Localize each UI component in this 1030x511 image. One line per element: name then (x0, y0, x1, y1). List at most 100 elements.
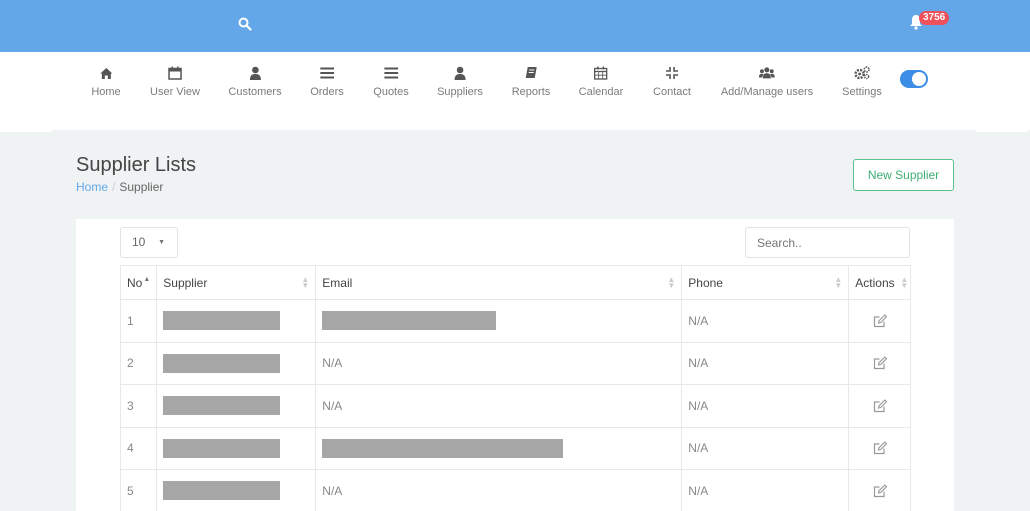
cell-actions (848, 426, 912, 470)
cell-supplier (156, 426, 317, 470)
cell-no: 1 (119, 299, 158, 343)
column-header-supplier[interactable]: Supplier ▲ ▼ (156, 265, 317, 300)
cell-supplier (156, 341, 317, 385)
caret-down-icon: ▼ (158, 239, 165, 246)
nav-item-quotes[interactable]: Quotes (373, 65, 409, 98)
table-row: 4 N/A (119, 426, 912, 470)
table-header-row: No▲ Supplier ▲ ▼ Email ▲ ▼ Phone ▲ ▼ Actions ▲ ▼ (119, 265, 912, 300)
cell-actions (848, 299, 912, 343)
breadcrumb-separator: / (112, 180, 116, 194)
edit-icon[interactable] (873, 356, 887, 370)
page-title: Supplier Lists (76, 154, 197, 176)
list-icon (319, 65, 335, 81)
cell-no: 5 (119, 469, 158, 511)
calendar-grid-icon (593, 65, 609, 81)
nav-item-user-view[interactable]: User View (150, 65, 200, 98)
nav-item-orders[interactable]: Orders (310, 65, 344, 98)
content-edge-left (0, 130, 52, 132)
page-length-select[interactable]: 10 ▼ (120, 227, 178, 258)
nav-item-settings[interactable]: Settings (842, 65, 882, 98)
nav-item-customers[interactable]: Customers (228, 65, 282, 98)
cell-actions (848, 341, 912, 385)
edit-icon[interactable] (873, 398, 887, 413)
user-icon (452, 65, 468, 81)
column-header-email[interactable]: Email ▲ ▼ (315, 265, 683, 300)
cell-phone: N/A (681, 384, 850, 428)
cell-phone: N/A (681, 299, 850, 343)
redacted-email (322, 311, 497, 331)
nav-item-reports[interactable]: Reports (511, 65, 551, 98)
cell-phone: N/A (681, 426, 850, 470)
users-icon (759, 65, 775, 81)
breadcrumb-current: Supplier (119, 180, 164, 194)
nav-label: Settings (842, 86, 882, 98)
column-header-actions[interactable]: Actions ▲ ▼ (848, 265, 912, 300)
sort-icon: ▲ ▼ (667, 275, 676, 290)
cell-no: 2 (119, 341, 158, 385)
notification-badge: 3756 (919, 11, 950, 25)
table-row: 3 N/A N/A (119, 384, 912, 428)
cell-supplier (156, 469, 317, 511)
cell-supplier (156, 384, 317, 428)
nav-label: Reports (511, 86, 551, 98)
main-nav: Home User View Customers Orders Quotes S… (0, 52, 1030, 130)
nav-label: Quotes (373, 86, 409, 98)
nav-label: Calendar (578, 86, 624, 98)
cell-supplier (156, 299, 317, 343)
redacted-supplier (163, 311, 281, 331)
new-supplier-button[interactable]: New Supplier (853, 159, 954, 191)
edit-icon[interactable] (873, 441, 887, 455)
top-bar: 3756 (0, 0, 1030, 52)
table-row: 2 N/A N/A (119, 341, 912, 385)
nav-label: Add/Manage users (720, 86, 814, 98)
cell-no: 4 (119, 426, 158, 470)
cell-phone: N/A (681, 341, 850, 385)
page-length-value: 10 (132, 235, 146, 249)
gears-icon (854, 65, 870, 81)
content-edge-right (976, 130, 1028, 132)
cell-actions (848, 384, 912, 428)
nav-label: User View (150, 86, 200, 98)
cell-email: N/A (315, 341, 683, 385)
nav-label: Home (91, 86, 121, 98)
edit-icon[interactable] (873, 313, 887, 328)
nav-label: Customers (228, 86, 282, 98)
table-row: 1 N/A (119, 299, 912, 343)
cell-phone: N/A (681, 469, 850, 511)
redacted-email (322, 438, 564, 458)
home-icon (98, 65, 114, 81)
cell-email: N/A (315, 469, 683, 511)
nav-label: Orders (310, 86, 344, 98)
breadcrumb: Home / Supplier (76, 180, 163, 194)
cell-email: N/A (315, 384, 683, 428)
nav-label: Contact (653, 86, 691, 98)
nav-label: Suppliers (437, 86, 483, 98)
calendar-icon (167, 65, 183, 81)
column-header-phone[interactable]: Phone ▲ ▼ (681, 265, 850, 300)
nav-item-home[interactable]: Home (91, 65, 121, 98)
table-search-input[interactable] (745, 227, 910, 258)
redacted-supplier (163, 396, 281, 416)
cell-email (315, 299, 683, 343)
compress-icon (664, 65, 680, 81)
list-icon (383, 65, 399, 81)
book-icon (523, 65, 539, 81)
cell-no: 3 (119, 384, 158, 428)
column-header-no[interactable]: No▲ (119, 265, 158, 300)
user-icon (247, 65, 263, 81)
nav-item-calendar[interactable]: Calendar (578, 65, 624, 98)
mode-toggle[interactable] (900, 70, 928, 88)
cell-actions (848, 469, 912, 511)
nav-item-suppliers[interactable]: Suppliers (437, 65, 483, 98)
search-icon[interactable] (238, 17, 252, 31)
redacted-supplier (163, 438, 281, 458)
supplier-table: No▲ Supplier ▲ ▼ Email ▲ ▼ Phone ▲ ▼ Actions ▲ ▼… (119, 265, 912, 511)
cell-email (315, 426, 683, 470)
redacted-supplier (163, 481, 281, 501)
redacted-supplier (163, 353, 281, 373)
edit-icon[interactable] (873, 483, 887, 498)
nav-item-contact[interactable]: Contact (653, 65, 691, 98)
nav-item-add-manage-users[interactable]: Add/Manage users (721, 65, 813, 98)
sort-icon: ▲ ▼ (900, 275, 909, 290)
breadcrumb-home-link[interactable]: Home (76, 180, 108, 194)
